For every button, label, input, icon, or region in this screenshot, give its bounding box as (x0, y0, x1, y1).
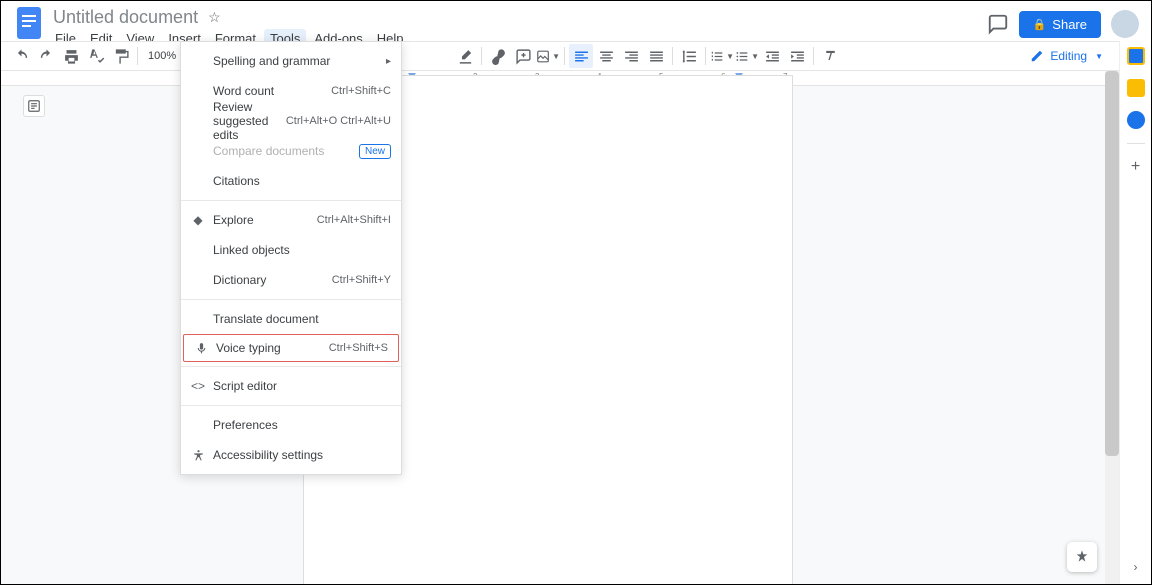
redo-button[interactable] (34, 44, 58, 68)
toolbar-separator (705, 47, 706, 65)
get-addons-button[interactable]: + (1131, 158, 1140, 176)
align-justify-button[interactable] (644, 44, 668, 68)
star-icon[interactable]: ☆ (208, 9, 221, 26)
vertical-scrollbar[interactable] (1105, 71, 1119, 584)
title-bar: Untitled document ☆ File Edit View Inser… (1, 1, 1151, 41)
menu-item-spelling-grammar[interactable]: Spelling and grammar ▸ (181, 46, 401, 76)
outline-toggle-button[interactable] (23, 95, 45, 117)
top-right-actions: 🔒 Share (987, 7, 1143, 41)
increase-indent-button[interactable] (785, 44, 809, 68)
spellcheck-button[interactable] (84, 44, 108, 68)
clear-formatting-button[interactable] (818, 44, 842, 68)
bulleted-list-button[interactable]: ▼ (735, 44, 759, 68)
explore-icon: ◆ (189, 213, 207, 227)
menu-item-citations[interactable]: Citations (181, 166, 401, 196)
share-button[interactable]: 🔒 Share (1019, 11, 1101, 38)
toolbar-separator (564, 47, 565, 65)
workspace: 1 2 3 4 5 6 7 (1, 71, 1119, 584)
toolbar-separator (813, 47, 814, 65)
menu-item-linked-objects[interactable]: Linked objects (181, 235, 401, 265)
numbered-list-button[interactable]: ▼ (710, 44, 734, 68)
menu-separator (181, 299, 401, 300)
menu-item-translate[interactable]: Translate document (181, 304, 401, 334)
accessibility-icon (189, 449, 207, 462)
lock-icon: 🔒 (1033, 18, 1047, 31)
document-title[interactable]: Untitled document (49, 7, 202, 28)
insert-comment-button[interactable] (511, 44, 535, 68)
share-label: Share (1052, 17, 1087, 32)
scrollbar-thumb[interactable] (1105, 71, 1119, 456)
code-icon: <> (189, 379, 207, 393)
submenu-arrow-icon: ▸ (386, 56, 391, 67)
toolbar-separator (137, 47, 138, 65)
toolbar: 100%▼ Norma ▼ ▼ ▼ Editing ▼ ˆ (1, 41, 1151, 71)
docs-logo-icon[interactable] (17, 7, 41, 39)
menu-item-script-editor[interactable]: <> Script editor (181, 371, 401, 401)
mic-icon (192, 342, 210, 355)
print-button[interactable] (59, 44, 83, 68)
menu-separator (181, 366, 401, 367)
explore-fab-button[interactable] (1067, 542, 1097, 572)
keep-addon-icon[interactable] (1127, 79, 1145, 97)
tools-menu: Spelling and grammar ▸ Word count Ctrl+S… (180, 41, 402, 475)
menu-item-dictionary[interactable]: Dictionary Ctrl+Shift+Y (181, 265, 401, 295)
align-left-button[interactable] (569, 44, 593, 68)
side-panel: + › (1119, 41, 1151, 584)
comments-icon[interactable] (987, 13, 1009, 35)
align-right-button[interactable] (619, 44, 643, 68)
toolbar-separator (481, 47, 482, 65)
calendar-addon-icon[interactable] (1127, 47, 1145, 65)
menu-item-accessibility[interactable]: Accessibility settings (181, 440, 401, 470)
tasks-addon-icon[interactable] (1127, 111, 1145, 129)
paint-format-button[interactable] (109, 44, 133, 68)
account-avatar[interactable] (1111, 10, 1139, 38)
menu-item-review-suggested[interactable]: Review suggested edits Ctrl+Alt+O Ctrl+A… (181, 106, 401, 136)
align-center-button[interactable] (594, 44, 618, 68)
insert-image-button[interactable]: ▼ (536, 44, 560, 68)
mode-select[interactable]: Editing ▼ (1022, 46, 1111, 66)
hide-sidepanel-button[interactable]: › (1134, 560, 1138, 574)
toolbar-separator (672, 47, 673, 65)
menu-item-preferences[interactable]: Preferences (181, 410, 401, 440)
decrease-indent-button[interactable] (760, 44, 784, 68)
menu-item-voice-typing[interactable]: Voice typing Ctrl+Shift+S (183, 334, 399, 362)
menu-separator (181, 405, 401, 406)
insert-link-button[interactable] (486, 44, 510, 68)
new-badge: New (359, 144, 391, 159)
menu-separator (181, 200, 401, 201)
sidepanel-separator (1127, 143, 1145, 144)
line-spacing-button[interactable] (677, 44, 701, 68)
undo-button[interactable] (9, 44, 33, 68)
menu-item-explore[interactable]: ◆ Explore Ctrl+Alt+Shift+I (181, 205, 401, 235)
highlight-color-button[interactable] (453, 44, 477, 68)
